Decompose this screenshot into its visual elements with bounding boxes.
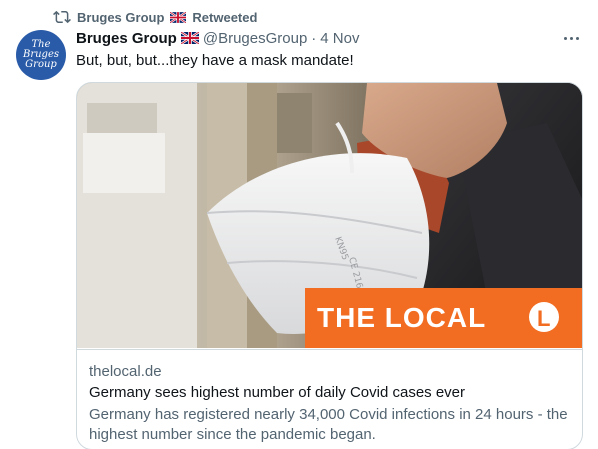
more-options-icon[interactable] — [560, 30, 582, 46]
avatar-logo-line: Group — [25, 59, 57, 70]
tweet-date[interactable]: 4 Nov — [320, 30, 359, 47]
card-description: Germany has registered nearly 34,000 Cov… — [89, 406, 568, 443]
separator-dot: · — [311, 29, 317, 47]
uk-flag-icon — [180, 32, 199, 44]
card-title: Germany sees highest number of daily Cov… — [89, 384, 466, 401]
link-preview-card[interactable]: KN95 CE 2163 THE LOCAL L thelocal.de Ger… — [76, 82, 583, 449]
retweeter-name[interactable]: Bruges Group — [77, 10, 164, 25]
card-image[interactable]: KN95 CE 2163 THE LOCAL L — [77, 83, 582, 348]
tweet-header: Bruges Group @BrugesGroup · 4 Nov — [76, 28, 359, 48]
avatar-logo: The Bruges Group — [23, 40, 59, 70]
uk-flag-icon — [170, 11, 187, 23]
card-domain: thelocal.de — [89, 363, 162, 380]
card-image-photo: KN95 CE 2163 THE LOCAL L — [77, 83, 582, 348]
retweeted-label: Retweeted — [192, 9, 258, 25]
tweet-text: But, but, but...they have a mask mandate… — [76, 52, 354, 69]
author-handle[interactable]: @BrugesGroup — [203, 30, 307, 47]
author-name[interactable]: Bruges Group — [76, 30, 177, 47]
card-meta[interactable]: thelocal.de Germany sees highest number … — [77, 349, 582, 445]
retweet-indicator[interactable]: Bruges Group Retweeted — [53, 8, 257, 26]
retweet-icon — [53, 10, 71, 24]
brand-wordmark: THE LOCAL — [317, 302, 486, 333]
avatar[interactable]: The Bruges Group — [16, 30, 66, 80]
brand-logo-icon: L — [537, 306, 550, 331]
